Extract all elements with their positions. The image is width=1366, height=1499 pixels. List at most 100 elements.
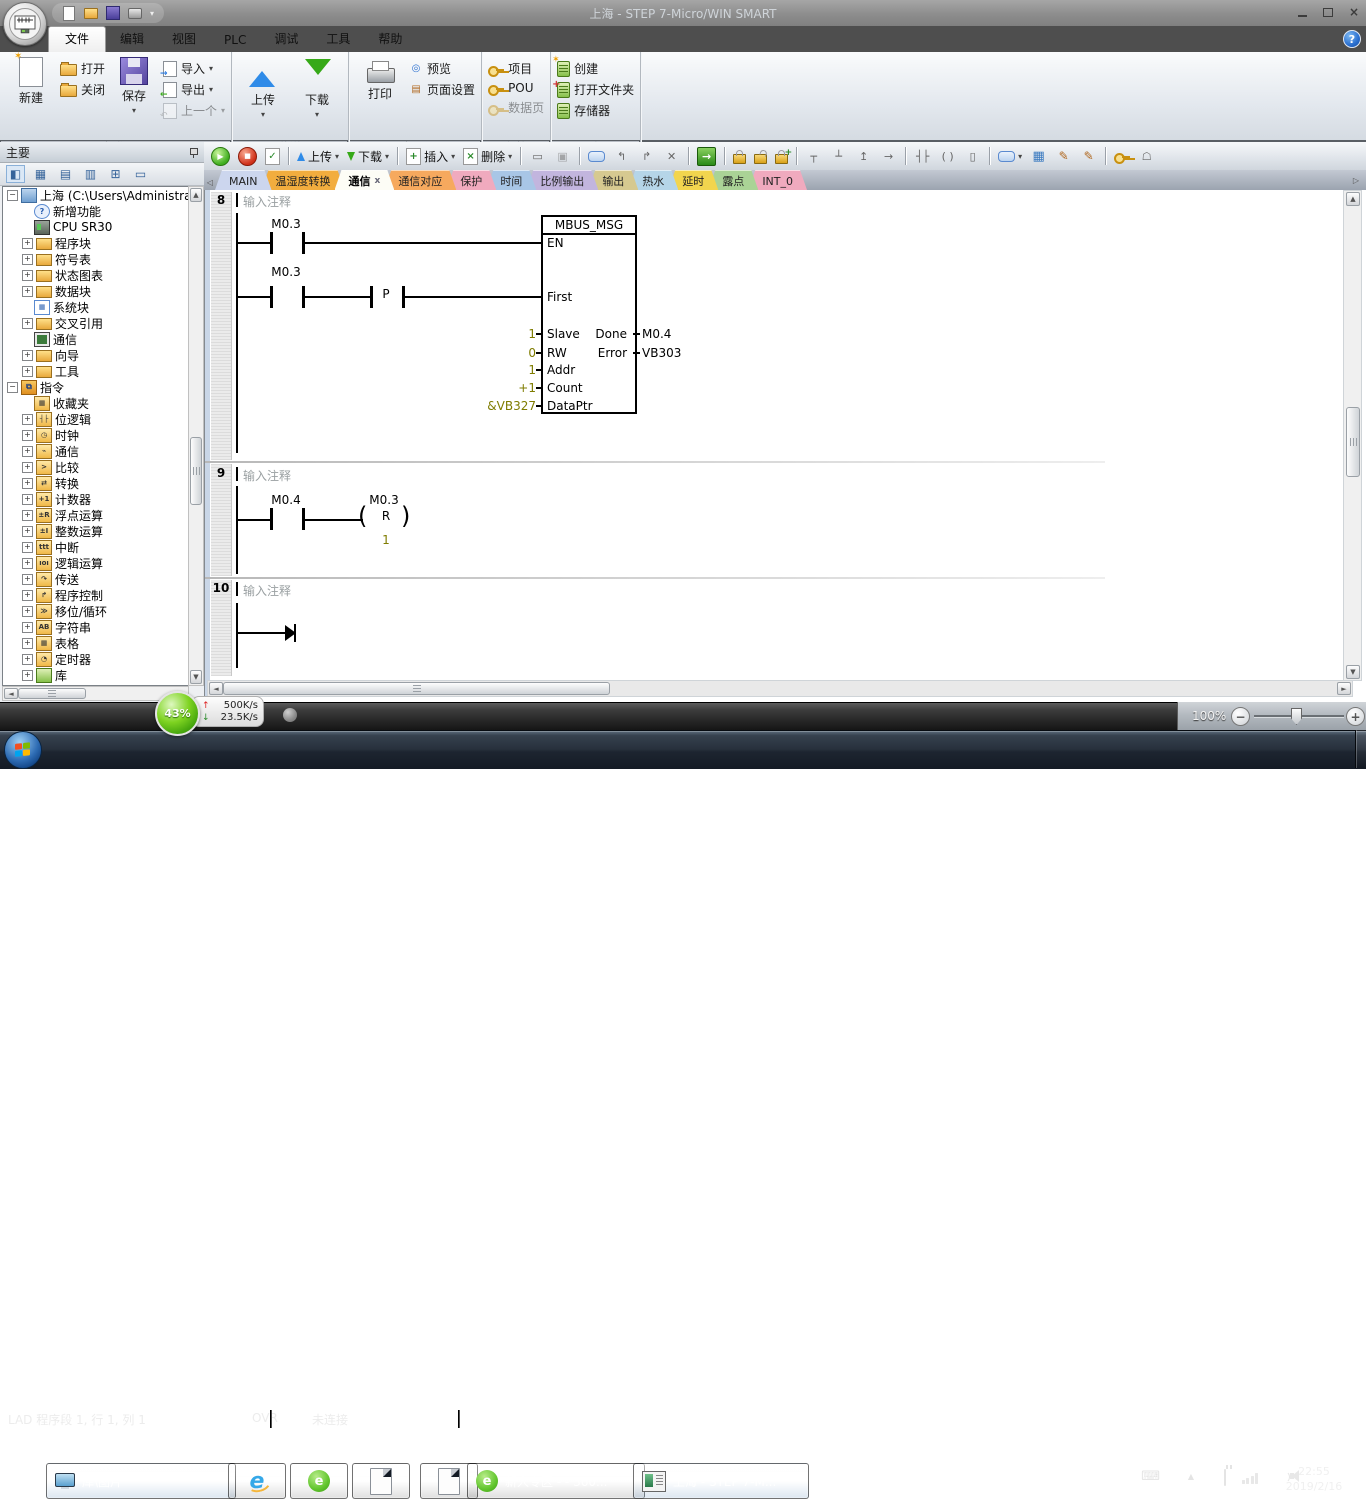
browser-360-taskbar-icon[interactable]: e: [290, 1463, 348, 1499]
tree-expander-icon[interactable]: +: [22, 622, 33, 633]
页面设置-button[interactable]: ▤页面设置: [409, 81, 475, 98]
tree-item-库[interactable]: +库: [3, 667, 188, 683]
tree-item-系统块[interactable]: ▦系统块: [3, 299, 188, 315]
pin-icon[interactable]: [189, 147, 198, 158]
stop-button[interactable]: ■: [235, 144, 260, 168]
ladder-editor[interactable]: 8 输入注释 M0.3 M0.3 P MBUS_MSG EN First Sla…: [205, 190, 1366, 702]
data-view-icon[interactable]: ▥: [81, 165, 100, 183]
taskbar-button-上海-step-7-m-[interactable]: 上海 - STEP 7-M...: [633, 1463, 809, 1499]
tree-item-中断[interactable]: +ttt中断: [3, 539, 188, 555]
tree-item-移位-循环[interactable]: +≫移位/循环: [3, 603, 188, 619]
editor-hscroll-thumb[interactable]: [223, 682, 610, 695]
compile-button[interactable]: ✓: [262, 144, 283, 168]
下载-button[interactable]: 下载▾: [292, 54, 342, 119]
menu-tab-文件[interactable]: 文件: [48, 26, 106, 52]
tree-item-整数运算[interactable]: +±I整数运算: [3, 523, 188, 539]
存储器-button[interactable]: 存储器: [557, 102, 634, 119]
tab-scroll-right-icon[interactable]: ▷: [1350, 172, 1362, 188]
tree-expander-icon[interactable]: +: [22, 542, 33, 553]
power-tray-icon[interactable]: [1224, 1470, 1226, 1485]
insert-branch-down-icon[interactable]: ┬: [802, 144, 825, 168]
zoom-out-button[interactable]: −: [1231, 707, 1250, 726]
tree-item-状态图表[interactable]: +状态图表: [3, 267, 188, 283]
关闭-button[interactable]: 关闭: [60, 81, 105, 98]
项目-button[interactable]: 项目: [488, 60, 544, 77]
editor-vscroll-thumb[interactable]: [1346, 407, 1360, 477]
pou-tab-温湿度转换[interactable]: 温湿度转换: [262, 170, 345, 190]
pou-tab-通信对应[interactable]: 通信对应: [384, 170, 456, 190]
contact-operand[interactable]: M0.3: [266, 265, 306, 279]
tree-item-计数器[interactable]: ++1计数器: [3, 491, 188, 507]
tree-item-符号表[interactable]: +符号表: [3, 251, 188, 267]
menu-tab-调试[interactable]: 调试: [260, 26, 312, 52]
tree-item-数据块[interactable]: +数据块: [3, 283, 188, 299]
tree-item-浮点运算[interactable]: +±R浮点运算: [3, 507, 188, 523]
tray-clock[interactable]: 22:55 2019/2/16: [1276, 1464, 1352, 1494]
contact-operand[interactable]: M0.4: [266, 493, 306, 507]
导入-button[interactable]: 导入▾: [163, 60, 225, 77]
close-button[interactable]: ×: [1348, 6, 1360, 18]
tree-item-定时器[interactable]: +◔定时器: [3, 651, 188, 667]
status-view-icon[interactable]: ▤: [56, 165, 75, 183]
pou-button[interactable]: POU: [488, 81, 544, 95]
pin-value[interactable]: 0: [436, 346, 536, 360]
editor-scroll-right-icon[interactable]: ►: [1337, 682, 1351, 695]
pou-tab-通信[interactable]: 通信x: [335, 170, 395, 190]
tree-expander-icon[interactable]: +: [22, 478, 33, 489]
dropdown-caret-icon[interactable]: ▾: [335, 152, 339, 161]
tree-item-比较[interactable]: +>比较: [3, 459, 188, 475]
保存-button[interactable]: 保存▾: [109, 54, 159, 115]
tree-item-向导[interactable]: +向导: [3, 347, 188, 363]
tree-expander-icon[interactable]: +: [22, 494, 33, 505]
coil-operand[interactable]: M0.3: [360, 493, 408, 507]
net-speed-widget[interactable]: ↑500K/s ↓23.5K/s: [191, 696, 264, 727]
zoom-in-button[interactable]: +: [1346, 707, 1365, 726]
taskbar-button-库-图片[interactable]: 库\图片: [46, 1463, 236, 1499]
导出-button[interactable]: 导出▾: [163, 81, 225, 98]
start-button[interactable]: [4, 731, 42, 769]
restore-button[interactable]: [1322, 6, 1334, 18]
tree-expander-icon[interactable]: −: [7, 190, 18, 201]
tree-expander-icon[interactable]: +: [22, 254, 33, 265]
pin-value[interactable]: M0.4: [642, 327, 671, 341]
pin-value[interactable]: 1: [436, 327, 536, 341]
upload-button[interactable]: 上传▾: [294, 144, 342, 168]
lock-icon[interactable]: [730, 144, 749, 168]
pin-value[interactable]: 1: [436, 363, 536, 377]
dropdown-caret-icon[interactable]: ▾: [1018, 152, 1022, 161]
next-bookmark-icon[interactable]: ↰: [610, 144, 633, 168]
symbol-table-icon[interactable]: ▦: [1027, 144, 1050, 168]
bookmark-icon[interactable]: [585, 144, 608, 168]
close-tab-icon[interactable]: x: [375, 176, 381, 186]
tree-hscroll-thumb[interactable]: [18, 688, 86, 699]
tree-vscroll-thumb[interactable]: [190, 437, 202, 505]
insert-button[interactable]: +插入▾: [403, 144, 458, 168]
打印-button[interactable]: 打印: [355, 54, 405, 102]
新建-button[interactable]: 新建: [6, 54, 56, 106]
tree-expander-icon[interactable]: +: [22, 238, 33, 249]
tree-expander-icon[interactable]: +: [22, 606, 33, 617]
tree-scroll-left-icon[interactable]: ◄: [4, 688, 18, 699]
tree-item-新增功能[interactable]: ?新增功能: [3, 203, 188, 219]
dropdown-caret-icon[interactable]: ▾: [451, 152, 455, 161]
insert-coil-icon[interactable]: ( ): [936, 144, 959, 168]
cascade-pou-window-icon[interactable]: ▣: [551, 144, 574, 168]
tree-item-交叉引用[interactable]: +交叉引用: [3, 315, 188, 331]
tree-item-时钟[interactable]: +◷时钟: [3, 427, 188, 443]
coil-function[interactable]: R: [373, 509, 399, 523]
tree-expander-icon[interactable]: +: [22, 526, 33, 537]
addressing-icon[interactable]: ▾: [995, 144, 1025, 168]
tree-item-字符串[interactable]: +AB字符串: [3, 619, 188, 635]
tree-expander-icon[interactable]: +: [22, 670, 33, 681]
上一个-button[interactable]: 上一个▾: [163, 102, 225, 119]
tree-expander-icon[interactable]: +: [22, 350, 33, 361]
tree-item-通信[interactable]: 通信: [3, 331, 188, 347]
tree-item-逻辑运算[interactable]: +ıoı逻辑运算: [3, 555, 188, 571]
network10-comment[interactable]: 输入注释: [243, 582, 291, 599]
editor-vscrollbar[interactable]: ▲ ▼: [1343, 190, 1362, 681]
dropdown-caret-icon[interactable]: ▾: [508, 152, 512, 161]
tree-expander-icon[interactable]: +: [22, 446, 33, 457]
tree-item-工具[interactable]: +工具: [3, 363, 188, 379]
创建-button[interactable]: 创建: [557, 60, 634, 77]
ie-taskbar-icon[interactable]: e: [228, 1463, 286, 1499]
